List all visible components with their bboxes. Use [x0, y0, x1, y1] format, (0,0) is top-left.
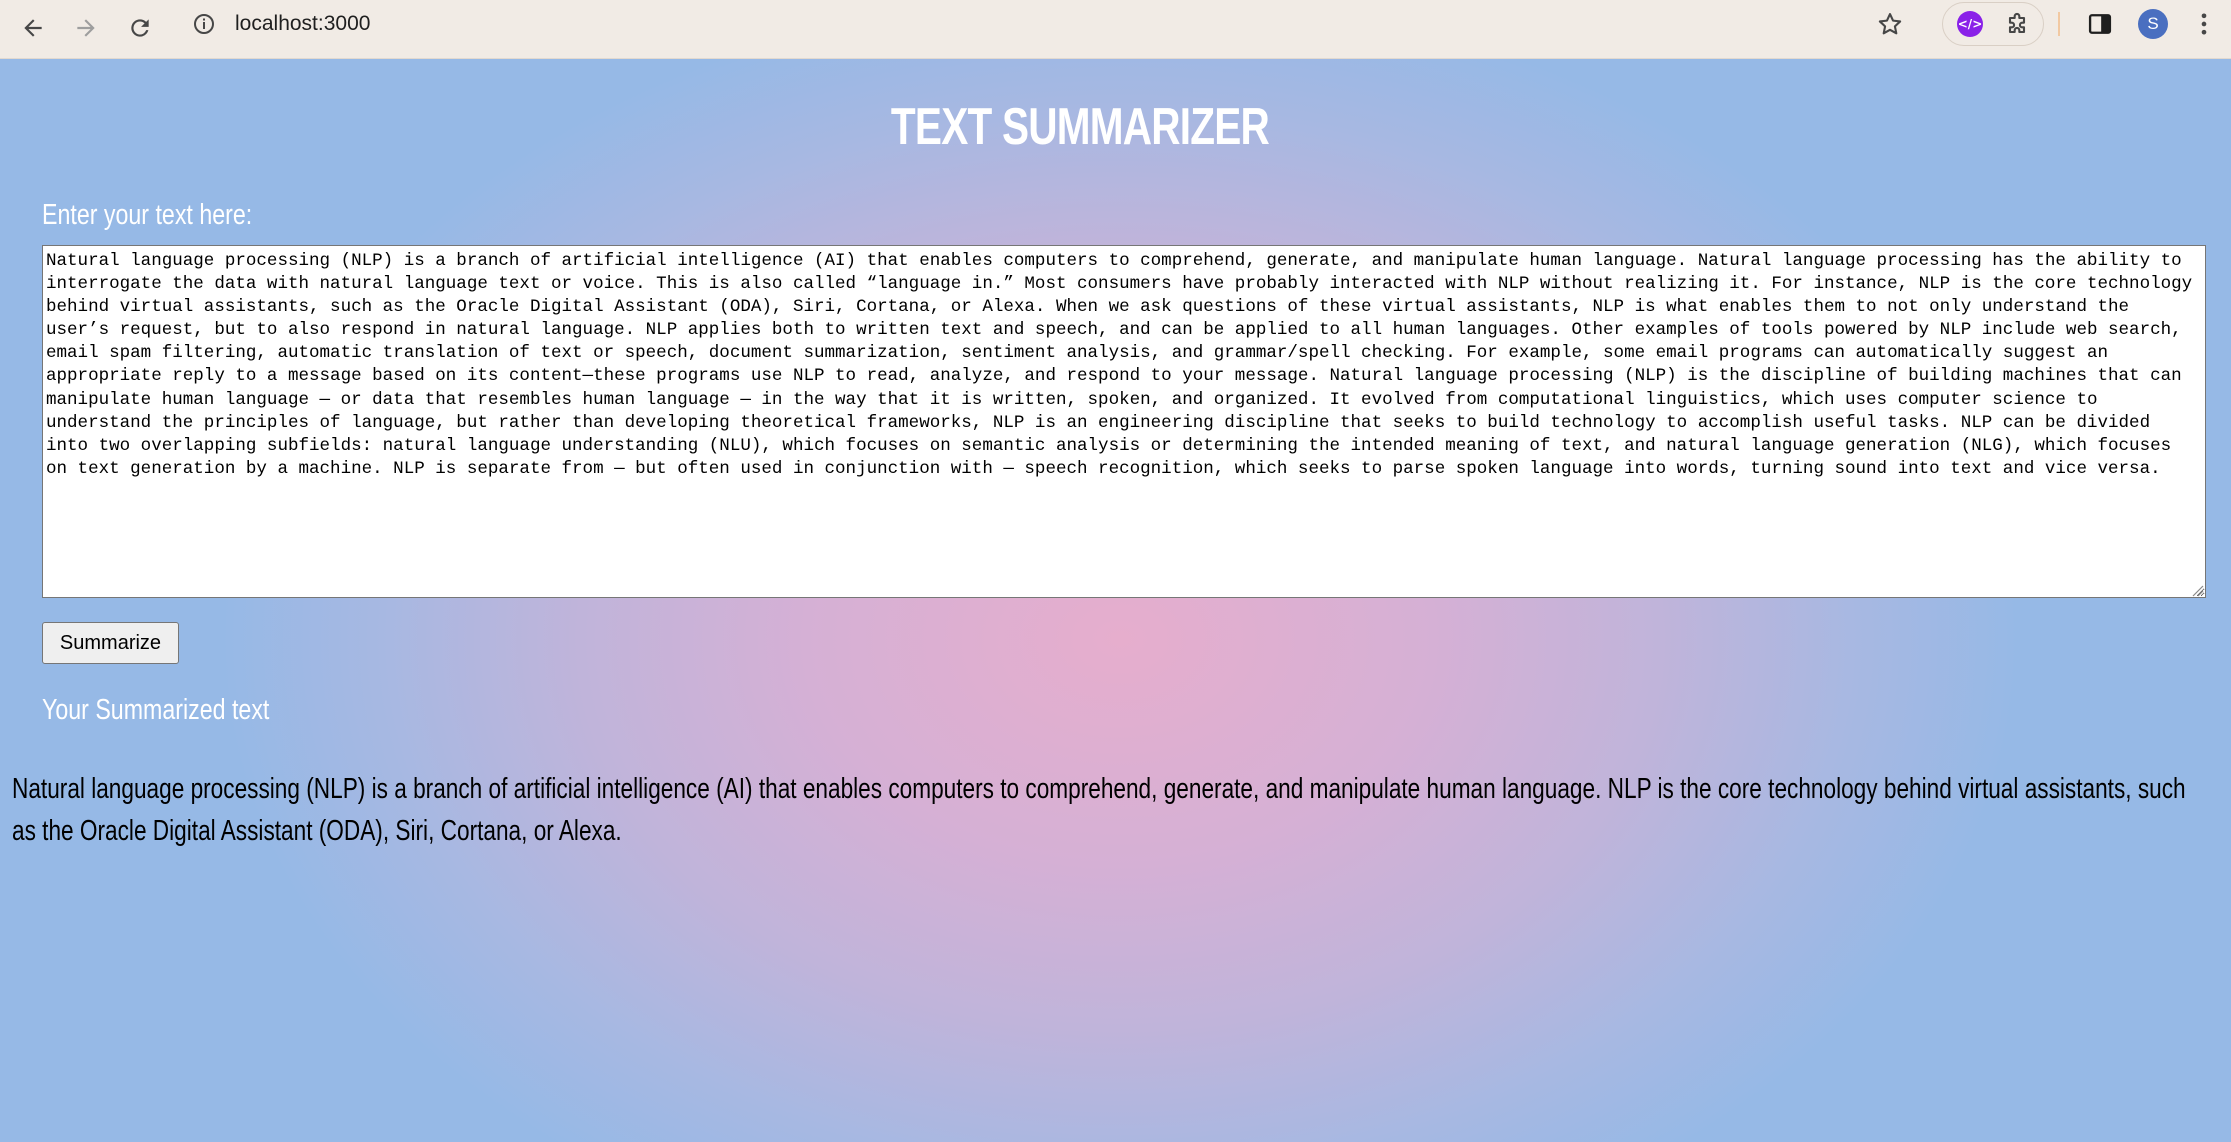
summarize-button[interactable]: Summarize	[42, 622, 179, 664]
back-arrow-icon[interactable]	[13, 8, 53, 48]
site-info-icon[interactable]	[192, 12, 216, 36]
ai-extension-icon[interactable]: </>	[1957, 11, 1983, 37]
address-bar[interactable]: localhost:3000	[180, 2, 1924, 46]
page-title: TEXT SUMMARIZER	[890, 98, 1270, 156]
page-body: TEXT SUMMARIZER Enter your text here: Na…	[0, 59, 2231, 1142]
star-icon[interactable]	[1876, 10, 1904, 38]
puzzle-icon[interactable]	[2003, 11, 2031, 39]
summary-heading: Your Summarized text	[42, 694, 270, 726]
browser-toolbar: localhost:3000 </> S	[0, 0, 2231, 59]
url-text[interactable]: localhost:3000	[235, 12, 370, 36]
extensions-group: </>	[1942, 2, 2044, 46]
summary-output: Natural language processing (NLP) is a b…	[12, 773, 2186, 847]
toolbar-divider	[2058, 12, 2060, 36]
kebab-menu-icon[interactable]	[2190, 10, 2218, 38]
input-label: Enter your text here:	[42, 199, 253, 231]
side-panel-icon[interactable]	[2086, 10, 2114, 38]
text-input[interactable]: Natural language processing (NLP) is a b…	[42, 245, 2206, 598]
forward-arrow-icon[interactable]	[66, 8, 106, 48]
resize-grip-icon[interactable]	[2190, 583, 2204, 597]
reload-icon[interactable]	[120, 8, 160, 48]
profile-avatar[interactable]: S	[2138, 9, 2168, 39]
